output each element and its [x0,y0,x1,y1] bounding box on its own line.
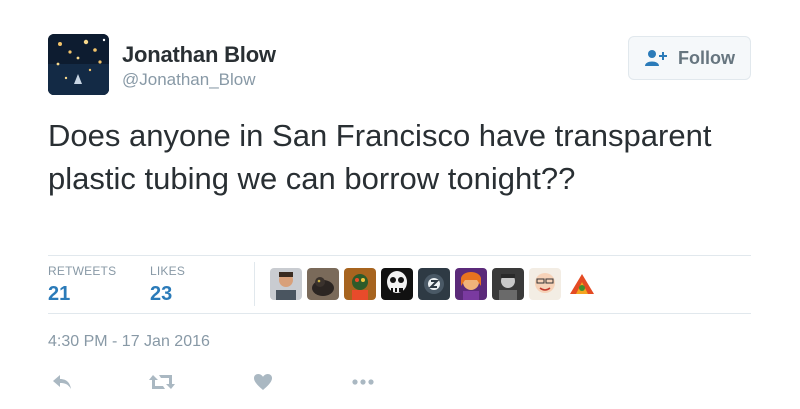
liker-avatar[interactable] [307,268,339,300]
more-button[interactable] [347,370,379,394]
follow-user-icon [645,50,667,66]
retweets-stat[interactable]: RETWEETS 21 [48,264,116,306]
liker-avatar[interactable] [455,268,487,300]
like-button[interactable] [247,370,279,394]
more-icon [352,379,374,385]
follow-label: Follow [678,47,735,68]
liker-avatar[interactable] [566,268,598,300]
likes-count: 23 [150,283,173,305]
author-avatar[interactable] [48,34,109,95]
liker-avatar[interactable] [418,268,450,300]
follow-button[interactable]: Follow [628,36,751,80]
divider-top [48,255,751,256]
likes-stat[interactable]: LIKES 23 [150,264,185,306]
liker-avatar[interactable] [270,268,302,300]
liker-avatar[interactable] [344,268,376,300]
retweets-count: 21 [48,283,71,305]
retweet-icon [149,375,175,389]
liker-avatar[interactable] [381,268,413,300]
tweet-timestamp[interactable]: 4:30 PM - 17 Jan 2016 [48,333,210,351]
author-name[interactable]: Jonathan Blow [122,42,276,68]
retweets-label: RETWEETS [48,264,117,278]
tweet-text: Does anyone in San Francisco have transp… [48,118,712,196]
reply-icon [53,375,71,389]
tweet-card: Jonathan Blow @Jonathan_Blow Follow Does… [0,0,800,409]
likes-label: LIKES [150,264,186,278]
divider-bottom [48,313,751,314]
retweet-button[interactable] [146,370,178,394]
heart-icon [254,374,272,390]
likers-avatars [270,268,598,300]
author-handle[interactable]: @Jonathan_Blow [122,70,256,90]
liker-avatar[interactable] [492,268,524,300]
stats-separator [254,262,255,306]
reply-button[interactable] [46,370,78,394]
liker-avatar[interactable] [529,268,561,300]
